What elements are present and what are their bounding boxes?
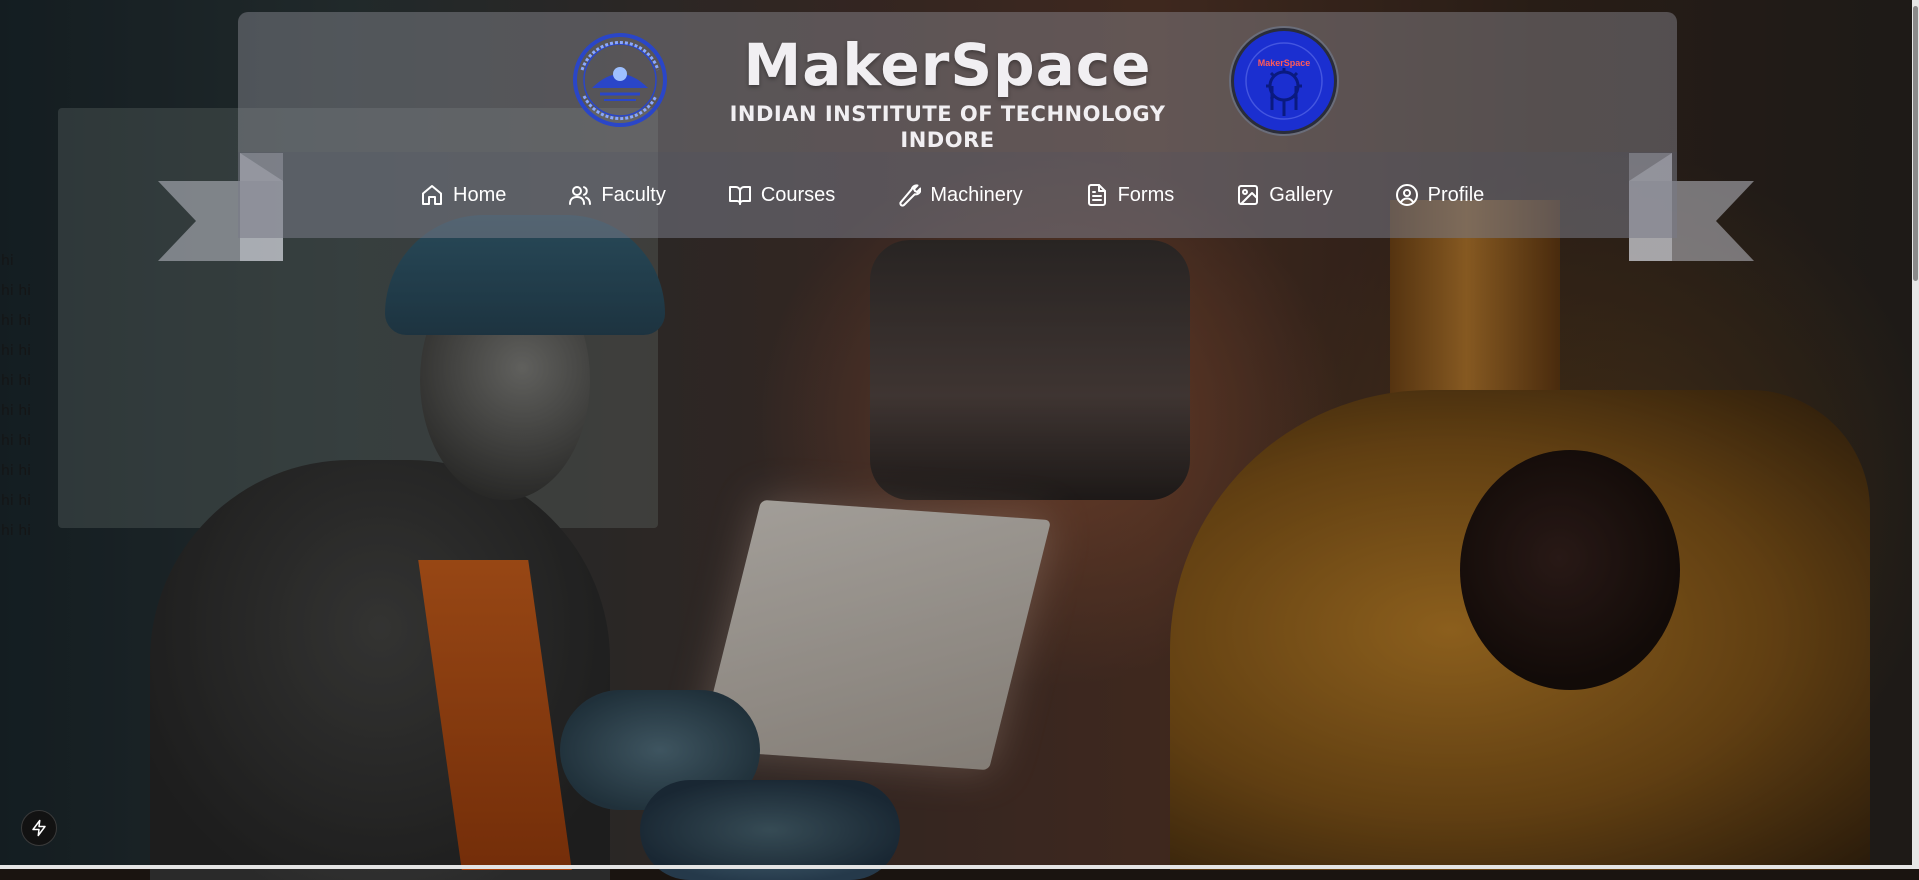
wrench-icon: [899, 184, 922, 207]
user-circle-icon: [1395, 184, 1418, 206]
image-icon: [1238, 185, 1259, 205]
nav-item-label: Home: [453, 183, 507, 206]
users-icon: [569, 186, 592, 205]
nav-item-forms[interactable]: Forms: [1085, 183, 1175, 207]
stray-text-line: hi hi: [1, 373, 31, 389]
nav-item-home[interactable]: Home: [420, 183, 506, 207]
stray-text-column: hi hi hi hi hi hi hi hi hi hi hi hi hi h…: [1, 246, 41, 546]
nav-item-label: Gallery: [1269, 183, 1333, 206]
stray-text-line: hi hi: [1, 493, 31, 509]
nav-item-label: Profile: [1427, 183, 1485, 206]
nav-item-courses[interactable]: Courses: [728, 183, 835, 207]
nav-item-label: Machinery: [930, 183, 1023, 206]
page-title: MakerSpace: [743, 31, 1152, 99]
iit-indore-logo[interactable]: [570, 30, 670, 135]
stray-text-line: hi hi: [1, 403, 31, 419]
nav-item-profile[interactable]: Profile: [1395, 183, 1485, 207]
bottom-edge: [0, 865, 1912, 869]
floating-action-button[interactable]: [21, 810, 57, 846]
main-nav: Home Faculty Courses Machinery Forms Gal…: [420, 152, 1546, 238]
stray-text-line: hi hi: [1, 343, 31, 359]
stray-text-line: hi hi: [1, 523, 31, 539]
scrollbar-thumb[interactable]: [1913, 6, 1918, 281]
nav-item-label: Forms: [1117, 183, 1175, 206]
stray-text-line: hi: [1, 253, 14, 269]
stray-text-line: hi hi: [1, 433, 31, 449]
book-icon: [728, 186, 751, 205]
makerspace-logo[interactable]: MakerSpace: [1227, 24, 1341, 138]
makerspace-logo-text: MakerSpace: [1258, 58, 1311, 68]
stray-text-line: hi hi: [1, 463, 31, 479]
nav-item-faculty[interactable]: Faculty: [568, 183, 666, 207]
file-text-icon: [1087, 184, 1106, 206]
bolt-icon: [32, 819, 46, 837]
stray-text-line: hi hi: [1, 313, 31, 329]
nav-item-gallery[interactable]: Gallery: [1236, 183, 1333, 207]
page-subtitle: INDIAN INSTITUTE OF TECHNOLOGY INDORE: [729, 102, 1166, 152]
stray-text-line: hi hi: [1, 283, 31, 299]
nav-item-label: Faculty: [601, 183, 666, 206]
nav-item-machinery[interactable]: Machinery: [897, 183, 1023, 207]
nav-item-label: Courses: [760, 183, 836, 206]
home-icon: [422, 185, 442, 205]
